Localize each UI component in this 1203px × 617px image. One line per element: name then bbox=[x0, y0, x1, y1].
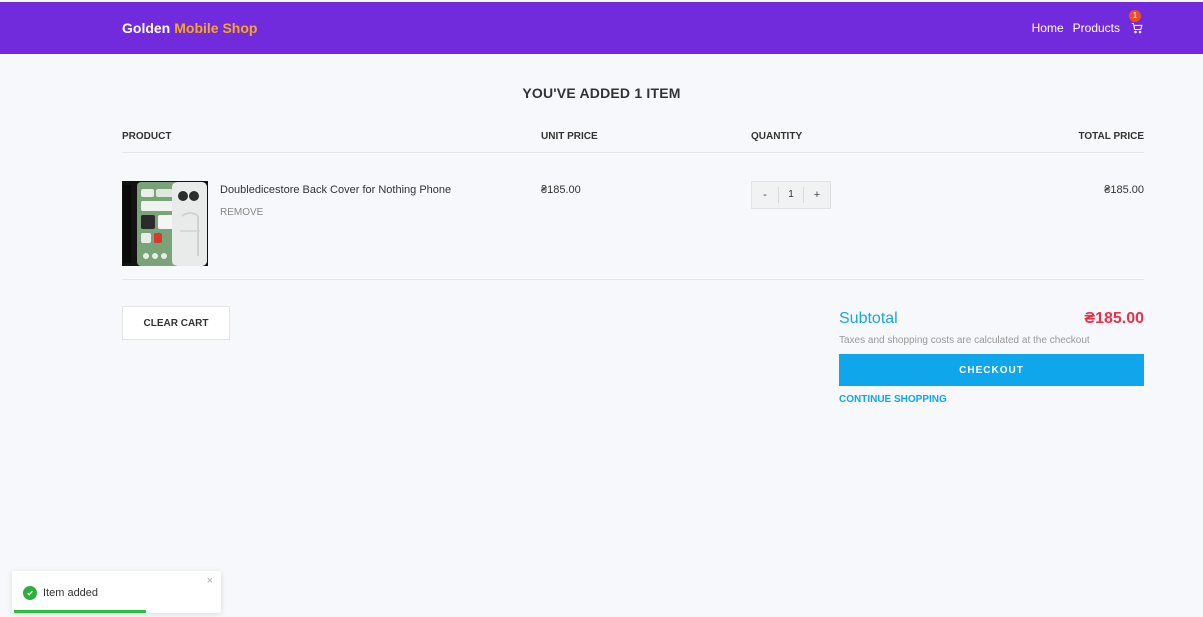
brand-main: Golden bbox=[122, 20, 171, 36]
decrement-button[interactable]: - bbox=[752, 182, 778, 208]
brand-accent: Mobile Shop bbox=[174, 20, 258, 36]
product-thumbnail[interactable] bbox=[122, 181, 208, 266]
cart-button[interactable]: 1 bbox=[1129, 10, 1145, 38]
cart-icon bbox=[1131, 22, 1143, 34]
quantity-stepper: - 1 + bbox=[751, 181, 831, 209]
nav-link-products[interactable]: Products bbox=[1073, 21, 1120, 35]
header-product: PRODUCT bbox=[122, 131, 172, 142]
nav-links: Home Products 1 bbox=[1032, 10, 1145, 38]
total-price: ₴185.00 bbox=[1104, 184, 1144, 196]
subtotal-line: Subtotal ₴185.00 bbox=[839, 308, 1144, 330]
continue-shopping-link[interactable]: CONTINUE SHOPPING bbox=[839, 394, 1144, 405]
header-quantity: QUANTITY bbox=[751, 131, 803, 142]
clear-cart-button[interactable]: CLEAR CART bbox=[122, 306, 230, 340]
cart-table-header: PRODUCT UNIT PRICE QUANTITY TOTAL PRICE bbox=[122, 131, 1144, 153]
page-title: YOU'VE ADDED 1 ITEM bbox=[522, 85, 681, 101]
navbar: Golden Mobile Shop Home Products 1 bbox=[0, 2, 1203, 54]
unit-price: ₴185.00 bbox=[541, 184, 581, 196]
header-total-price: TOTAL PRICE bbox=[1078, 131, 1144, 142]
toast-progress-bar bbox=[14, 610, 146, 613]
check-circle-icon bbox=[23, 586, 37, 600]
increment-button[interactable]: + bbox=[804, 182, 830, 208]
checkout-button[interactable]: CHECKOUT bbox=[839, 354, 1144, 386]
close-icon[interactable]: × bbox=[207, 575, 213, 587]
quantity-input[interactable]: 1 bbox=[778, 187, 804, 203]
nav-link-home[interactable]: Home bbox=[1032, 21, 1064, 35]
cart-count-badge: 1 bbox=[1129, 10, 1141, 22]
remove-item-button[interactable]: REMOVE bbox=[220, 207, 263, 218]
toast-message: Item added bbox=[43, 587, 99, 599]
order-summary: Subtotal ₴185.00 Taxes and shopping cost… bbox=[839, 308, 1144, 405]
cart-row: Doubledicestore Back Cover for Nothing P… bbox=[122, 154, 1144, 280]
tax-note: Taxes and shopping costs are calculated … bbox=[839, 335, 1090, 346]
phone-case-image bbox=[122, 181, 208, 266]
toast-notification: Item added × bbox=[12, 571, 221, 613]
header-unit-price: UNIT PRICE bbox=[541, 131, 598, 142]
subtotal-value: ₴185.00 bbox=[1084, 310, 1144, 327]
product-name[interactable]: Doubledicestore Back Cover for Nothing P… bbox=[220, 184, 451, 196]
subtotal-label: Subtotal bbox=[839, 310, 898, 327]
brand-logo[interactable]: Golden Mobile Shop bbox=[122, 20, 257, 36]
